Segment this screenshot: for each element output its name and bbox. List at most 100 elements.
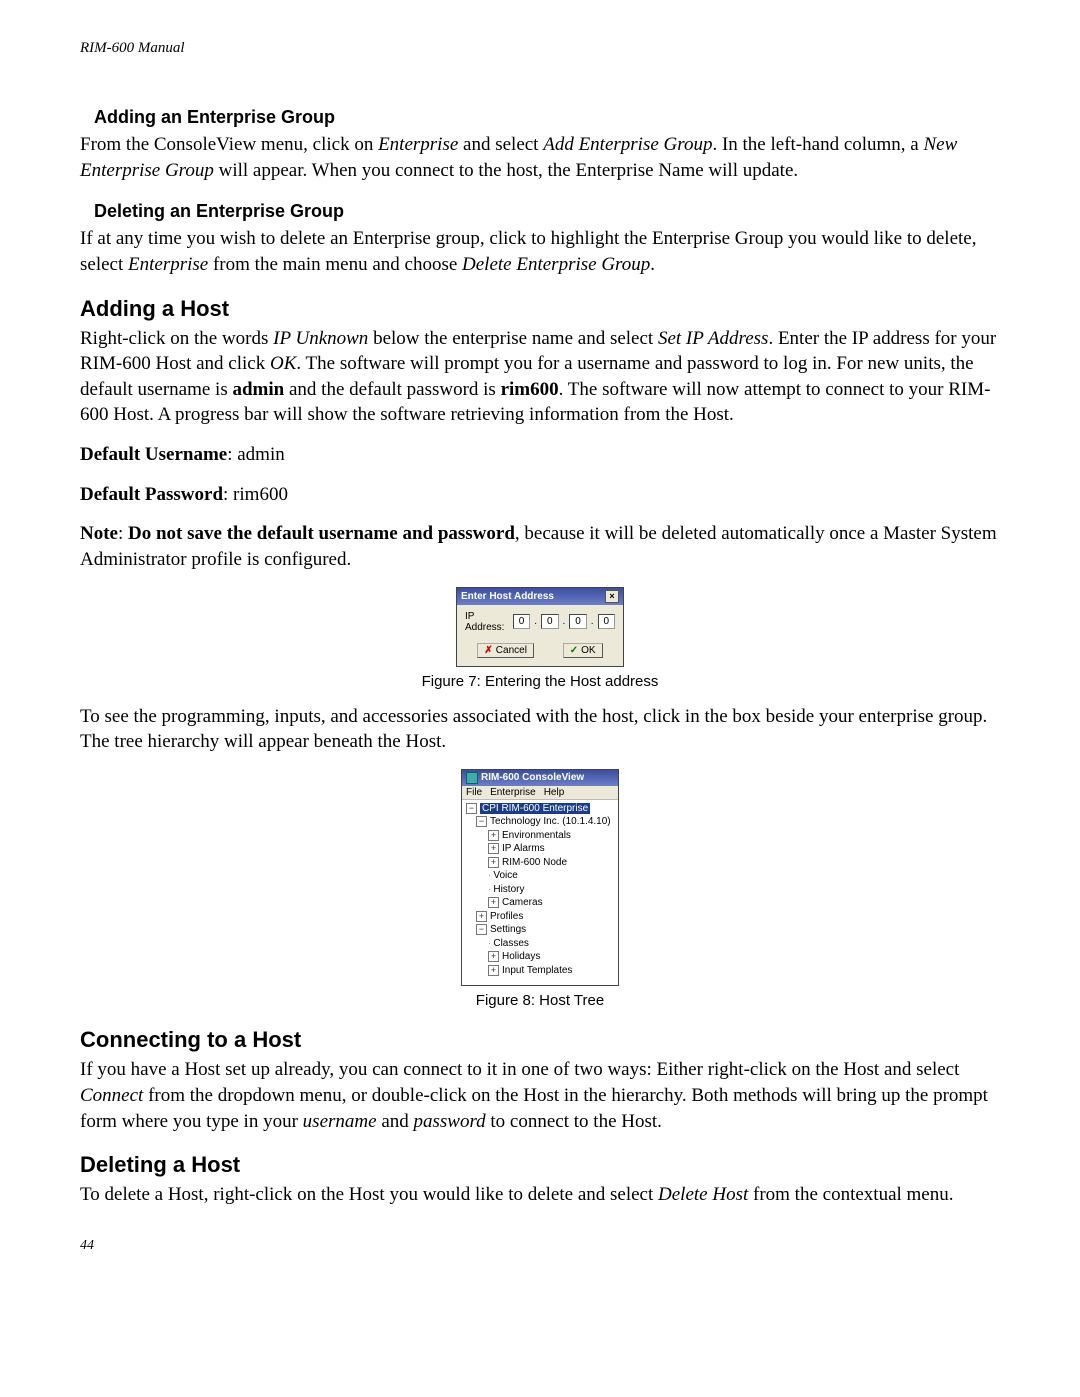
expand-icon[interactable]: + — [488, 897, 499, 908]
text: and select — [458, 134, 543, 155]
heading-delete-enterprise-group: Deleting an Enterprise Group — [94, 201, 1000, 222]
tree-node-ip-alarms[interactable]: +IP Alarms — [466, 842, 614, 856]
note-label: Note — [80, 523, 118, 544]
menu-help[interactable]: Help — [544, 787, 565, 798]
text: If you have a Host set up already, you c… — [80, 1059, 959, 1080]
tree-node-profiles[interactable]: +Profiles — [466, 910, 614, 924]
text: . — [650, 254, 655, 275]
menu-enterprise[interactable]: Enterprise — [490, 787, 536, 798]
ip-address-label: IP Address: — [465, 611, 509, 633]
text-italic: password — [414, 1111, 486, 1132]
tree-label: RIM-600 Node — [502, 857, 567, 868]
check-icon: ✓ — [570, 645, 578, 656]
tree-label: Classes — [493, 938, 529, 949]
para-adding-host-main: Right-click on the words IP Unknown belo… — [80, 326, 1000, 429]
collapse-icon[interactable]: − — [476, 816, 487, 827]
tree-label: Holidays — [502, 951, 540, 962]
menubar: File Enterprise Help — [462, 786, 618, 800]
tree-leaf-icon: · — [488, 938, 491, 949]
tree-leaf-icon: · — [488, 870, 491, 881]
tree-label: Settings — [490, 924, 526, 935]
collapse-icon[interactable]: − — [466, 803, 477, 814]
figure-8-caption: Figure 8: Host Tree — [80, 992, 1000, 1009]
tree-label: History — [493, 884, 524, 895]
app-icon — [466, 772, 478, 784]
text-bold: admin — [232, 379, 284, 400]
cancel-button[interactable]: ✗ Cancel — [477, 643, 534, 658]
tree-node-classes[interactable]: ·Classes — [466, 937, 614, 951]
ip-octet-2-input[interactable]: 0 — [541, 614, 558, 629]
text-italic: Delete Host — [658, 1184, 748, 1205]
text: . In the left-hand column, a — [712, 134, 923, 155]
para-deleting-host: To delete a Host, right-click on the Hos… — [80, 1182, 1000, 1208]
expand-icon[interactable]: + — [488, 857, 499, 868]
tree-node-input-templates[interactable]: +Input Templates — [466, 964, 614, 978]
text-italic: Enterprise — [128, 254, 208, 275]
text-italic: Add Enterprise Group — [543, 134, 712, 155]
expand-icon[interactable]: + — [488, 951, 499, 962]
text: from the main menu and choose — [208, 254, 462, 275]
ip-octet-3-input[interactable]: 0 — [569, 614, 586, 629]
text: : — [118, 523, 128, 544]
window-titlebar: RIM-600 ConsoleView — [462, 770, 618, 786]
tree-node-settings[interactable]: −Settings — [466, 923, 614, 937]
menu-file[interactable]: File — [466, 787, 482, 798]
dot: . — [534, 616, 537, 627]
heading-connecting-host: Connecting to a Host — [80, 1027, 1000, 1053]
running-header: RIM-600 Manual — [80, 40, 1000, 57]
figure-enter-host-address-dialog: Enter Host Address × IP Address: 0. 0. 0… — [456, 587, 624, 667]
tree-node-environmentals[interactable]: +Environmentals — [466, 829, 614, 843]
collapse-icon[interactable]: − — [476, 924, 487, 935]
expand-icon[interactable]: + — [488, 965, 499, 976]
tree-label: Voice — [493, 870, 517, 881]
tree-node-host[interactable]: −Technology Inc. (10.1.4.10) — [466, 815, 614, 829]
x-icon: ✗ — [484, 645, 492, 656]
dot: . — [563, 616, 566, 627]
tree-label: Environmentals — [502, 830, 571, 841]
tree-node-root[interactable]: −CPI RIM-600 Enterprise — [466, 802, 614, 816]
text: and — [377, 1111, 414, 1132]
ok-button[interactable]: ✓OK — [563, 643, 603, 658]
figure-consoleview-window: RIM-600 ConsoleView File Enterprise Help… — [461, 769, 619, 987]
text-italic: Enterprise — [378, 134, 458, 155]
default-username-value: : admin — [227, 444, 285, 465]
tree-node-rim600-node[interactable]: +RIM-600 Node — [466, 856, 614, 870]
heading-deleting-host: Deleting a Host — [80, 1152, 1000, 1178]
text: From the ConsoleView menu, click on — [80, 134, 378, 155]
tree-node-history[interactable]: ·History — [466, 883, 614, 897]
tree-node-cameras[interactable]: +Cameras — [466, 896, 614, 910]
para-delete-enterprise-group: If at any time you wish to delete an Ent… — [80, 226, 1000, 277]
window-title: RIM-600 ConsoleView — [481, 772, 584, 783]
close-icon[interactable]: × — [605, 590, 619, 603]
page-number: 44 — [80, 1238, 1000, 1254]
text: from the contextual menu. — [748, 1184, 953, 1205]
para-connecting-host: If you have a Host set up already, you c… — [80, 1057, 1000, 1134]
tree-label: Cameras — [502, 897, 543, 908]
text: and the default password is — [284, 379, 500, 400]
default-password-value: : rim600 — [223, 484, 288, 505]
text-italic: Delete Enterprise Group — [462, 254, 650, 275]
default-username-line: Default Username: admin — [80, 442, 1000, 468]
tree-label: Technology Inc. (10.1.4.10) — [490, 816, 611, 827]
expand-icon[interactable]: + — [488, 843, 499, 854]
ip-octet-4-input[interactable]: 0 — [598, 614, 615, 629]
tree-node-holidays[interactable]: +Holidays — [466, 950, 614, 964]
text: will appear. When you connect to the hos… — [214, 160, 798, 181]
text-bold: rim600 — [501, 379, 559, 400]
para-add-enterprise-group: From the ConsoleView menu, click on Ente… — [80, 132, 1000, 183]
ok-button-label: OK — [581, 645, 595, 656]
text-italic: username — [303, 1111, 377, 1132]
note-line: Note: Do not save the default username a… — [80, 521, 1000, 572]
dialog-title: Enter Host Address — [461, 591, 554, 602]
tree-label: Profiles — [490, 911, 523, 922]
ip-octet-1-input[interactable]: 0 — [513, 614, 530, 629]
cancel-button-label: Cancel — [496, 645, 527, 656]
tree-label-selected: CPI RIM-600 Enterprise — [480, 803, 590, 814]
text-italic: Connect — [80, 1085, 143, 1106]
heading-add-enterprise-group: Adding an Enterprise Group — [94, 107, 1000, 128]
expand-icon[interactable]: + — [488, 830, 499, 841]
ip-address-row: IP Address: 0. 0. 0. 0 — [457, 605, 623, 639]
text-italic: IP Unknown — [273, 328, 368, 349]
expand-icon[interactable]: + — [476, 911, 487, 922]
tree-node-voice[interactable]: ·Voice — [466, 869, 614, 883]
